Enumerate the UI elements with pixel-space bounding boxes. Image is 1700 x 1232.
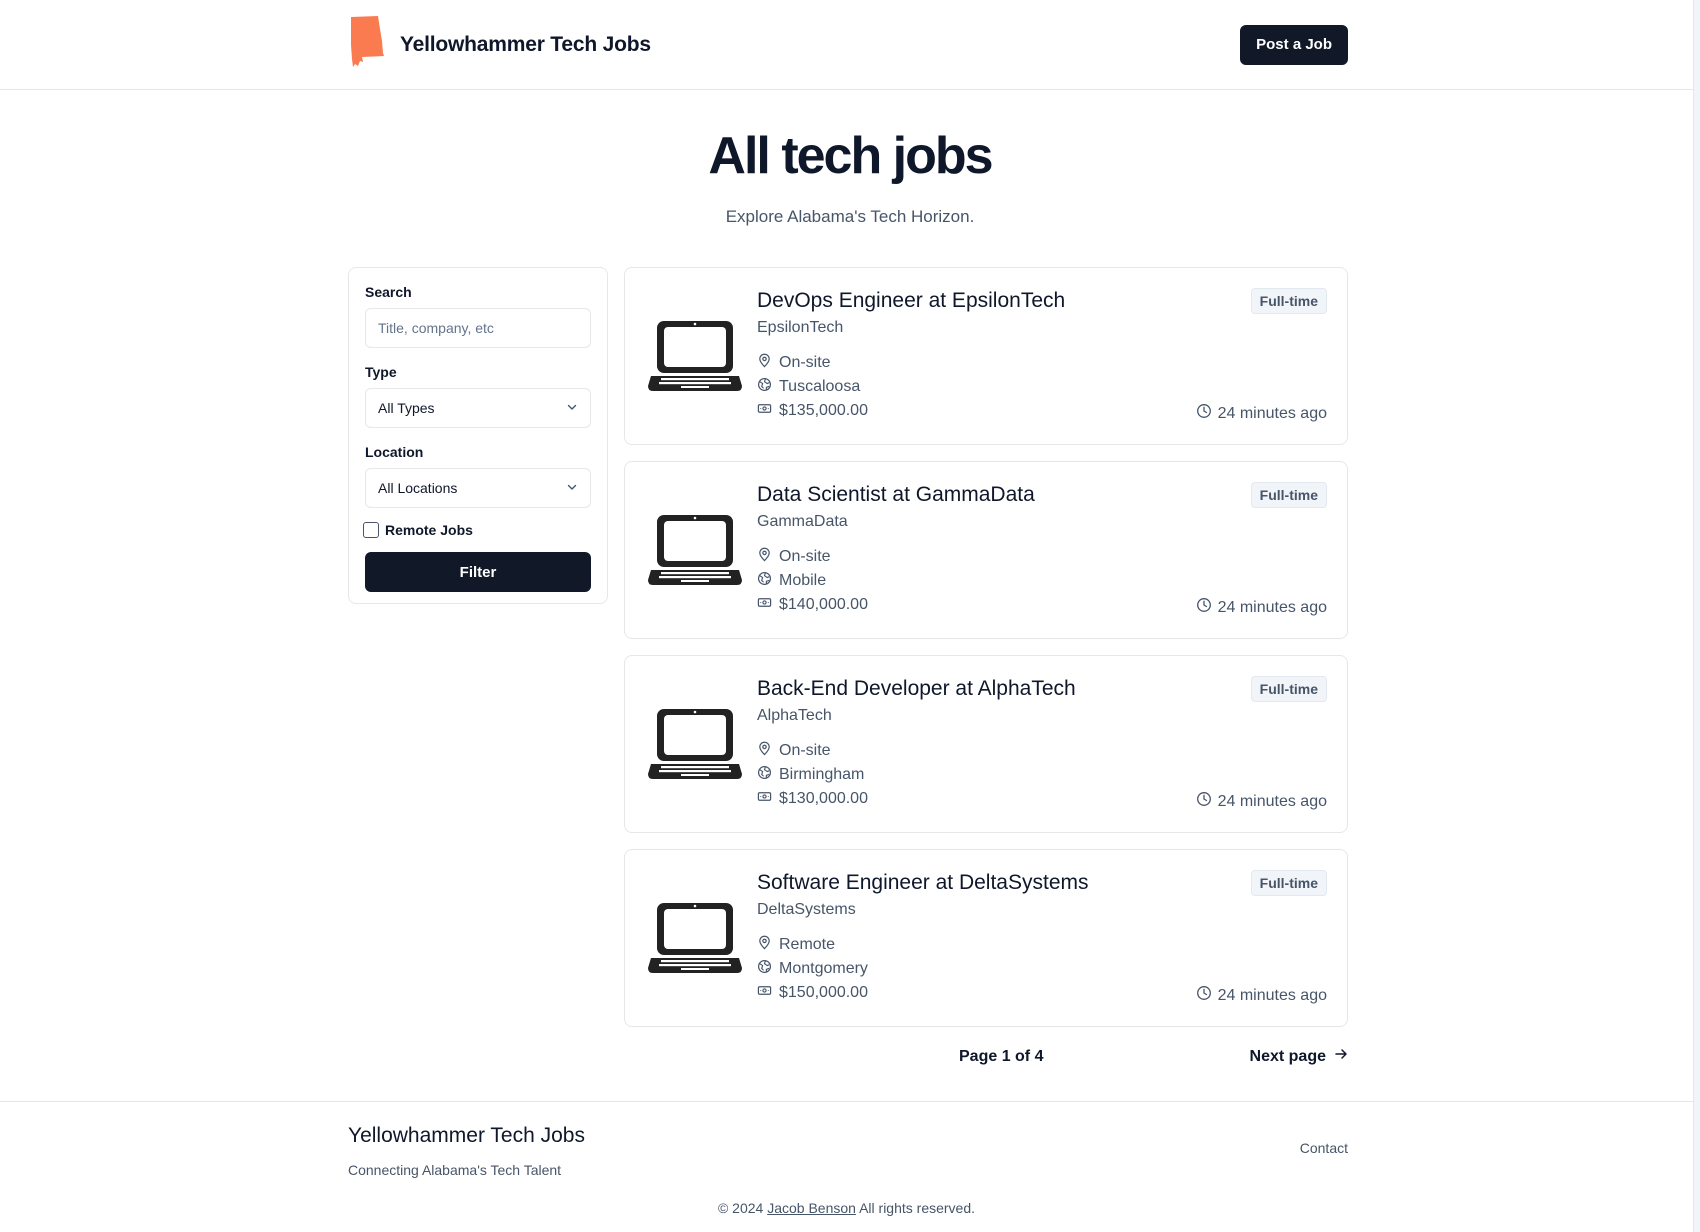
page-scrollbar[interactable]	[1693, 0, 1700, 1232]
job-location-type: On-site	[757, 351, 1327, 375]
pagination: Page 1 of 4 Next page	[624, 1047, 1348, 1066]
job-location-type: On-site	[757, 739, 1327, 763]
clock-icon	[1196, 597, 1212, 618]
chevron-down-icon	[566, 480, 578, 496]
banknote-icon	[757, 595, 772, 615]
site-footer: Yellowhammer Tech Jobs Connecting Alabam…	[0, 1101, 1693, 1232]
banknote-icon	[757, 789, 772, 809]
job-type-badge: Full-time	[1250, 482, 1327, 509]
page-subtitle: Explore Alabama's Tech Horizon.	[725, 207, 975, 227]
brand-title: Yellowhammer Tech Jobs	[400, 32, 651, 56]
job-card[interactable]: Back-End Developer at AlphaTech AlphaTec…	[624, 655, 1348, 834]
job-posted-time: 24 minutes ago	[1196, 403, 1327, 424]
footer-tagline: Connecting Alabama's Tech Talent	[348, 1162, 562, 1178]
job-city: Mobile	[757, 569, 1327, 593]
job-city: Birmingham	[757, 763, 1327, 787]
map-pin-icon	[757, 935, 772, 955]
next-page-link[interactable]: Next page	[1250, 1047, 1348, 1066]
banknote-icon	[757, 983, 772, 1003]
filter-button[interactable]: Filter	[365, 552, 591, 593]
job-list: DevOps Engineer at EpsilonTech EpsilonTe…	[624, 267, 1348, 1066]
site-header: Yellowhammer Tech Jobs Post a Job	[0, 0, 1700, 90]
laptop-icon	[647, 288, 743, 424]
location-select-value: All Locations	[378, 480, 458, 497]
footer-title: Yellowhammer Tech Jobs	[348, 1124, 585, 1147]
job-posted-time: 24 minutes ago	[1196, 985, 1327, 1006]
page-title: All tech jobs	[708, 127, 993, 185]
map-pin-icon	[757, 353, 772, 373]
page-info: Page 1 of 4	[959, 1047, 1044, 1065]
laptop-icon	[647, 676, 743, 812]
map-pin-icon	[757, 741, 772, 761]
job-title[interactable]: Back-End Developer at AlphaTech	[757, 677, 1327, 701]
job-title[interactable]: Data Scientist at GammaData	[757, 483, 1327, 507]
search-input[interactable]	[365, 308, 591, 349]
laptop-icon	[647, 870, 743, 1006]
hero: All tech jobs Explore Alabama's Tech Hor…	[0, 90, 1700, 227]
location-label: Location	[365, 444, 424, 461]
type-select-value: All Types	[378, 400, 435, 417]
job-card[interactable]: DevOps Engineer at EpsilonTech EpsilonTe…	[624, 267, 1348, 446]
type-select[interactable]: All Types	[365, 388, 591, 429]
author-link[interactable]: Jacob Benson	[767, 1200, 856, 1216]
job-location-type: On-site	[757, 545, 1327, 569]
search-label: Search	[365, 284, 412, 301]
job-company: AlphaTech	[757, 707, 832, 725]
job-card[interactable]: Software Engineer at DeltaSystems DeltaS…	[624, 849, 1348, 1028]
contact-link[interactable]: Contact	[1300, 1140, 1348, 1178]
location-select[interactable]: All Locations	[365, 468, 591, 509]
copyright: © 2024 Jacob Benson All rights reserved.	[717, 1200, 976, 1216]
globe-icon	[757, 377, 772, 397]
globe-icon	[757, 571, 772, 591]
job-city: Montgomery	[757, 957, 1327, 981]
remote-jobs-checkbox[interactable]	[363, 522, 379, 539]
remote-jobs-checkbox-row[interactable]: Remote Jobs	[363, 522, 591, 539]
job-company: GammaData	[757, 513, 848, 531]
job-company: EpsilonTech	[757, 319, 844, 337]
map-pin-icon	[757, 547, 772, 567]
job-posted-time: 24 minutes ago	[1196, 791, 1327, 812]
clock-icon	[1196, 985, 1212, 1006]
job-location-type: Remote	[757, 933, 1327, 957]
job-city: Tuscaloosa	[757, 375, 1327, 399]
arrow-right-icon	[1334, 1047, 1348, 1066]
alabama-state-icon	[348, 15, 386, 74]
job-company: DeltaSystems	[757, 901, 856, 919]
globe-icon	[757, 959, 772, 979]
chevron-down-icon	[566, 400, 578, 416]
job-type-badge: Full-time	[1250, 676, 1327, 703]
job-posted-time: 24 minutes ago	[1196, 597, 1327, 618]
main-content: Search Type All Types Location All Locat…	[348, 267, 1348, 1066]
brand-link[interactable]: Yellowhammer Tech Jobs	[348, 15, 651, 74]
job-title[interactable]: DevOps Engineer at EpsilonTech	[757, 289, 1327, 313]
remote-jobs-label[interactable]: Remote Jobs	[385, 522, 473, 538]
clock-icon	[1196, 791, 1212, 812]
job-card[interactable]: Data Scientist at GammaData GammaData On…	[624, 461, 1348, 640]
post-job-button[interactable]: Post a Job	[1240, 24, 1348, 65]
banknote-icon	[757, 401, 772, 421]
filter-panel: Search Type All Types Location All Locat…	[348, 267, 608, 605]
globe-icon	[757, 765, 772, 785]
job-type-badge: Full-time	[1250, 870, 1327, 897]
job-type-badge: Full-time	[1250, 288, 1327, 315]
type-label: Type	[365, 364, 397, 381]
job-title[interactable]: Software Engineer at DeltaSystems	[757, 871, 1327, 895]
clock-icon	[1196, 403, 1212, 424]
laptop-icon	[647, 482, 743, 618]
